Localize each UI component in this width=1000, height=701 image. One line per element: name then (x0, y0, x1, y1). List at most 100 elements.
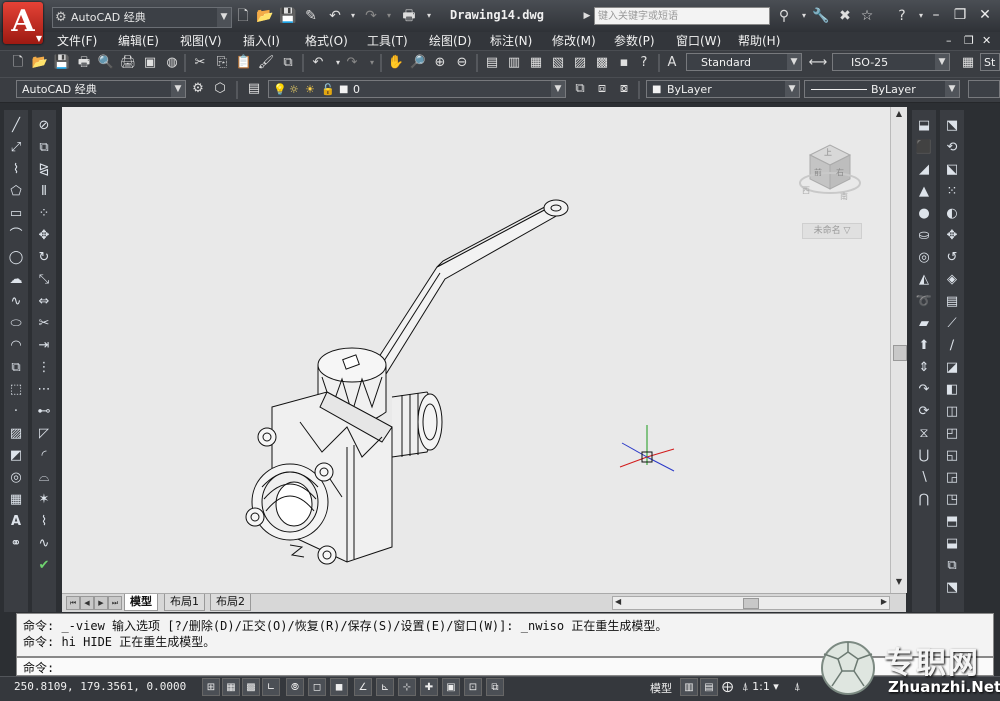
blend-curves-icon[interactable]: ⌓ (33, 468, 55, 488)
workspace-dropdown[interactable]: AutoCAD 经典 ▼ (16, 80, 186, 98)
spline-icon[interactable]: ∿ (5, 292, 27, 312)
break-at-point-icon[interactable]: ⋮ (33, 358, 55, 378)
search-input[interactable]: 键入关键字或短语 (594, 7, 770, 25)
check-solid-icon[interactable]: ◲ (941, 468, 963, 488)
menu-dimension[interactable]: 标注(N) (490, 32, 532, 50)
cone-icon[interactable]: ▲ (913, 182, 935, 202)
construction-line-icon[interactable]: ⤢ (5, 138, 27, 158)
3d-rotate-icon[interactable]: ⟲ (941, 138, 963, 158)
arc-icon[interactable]: ⌒ (5, 226, 27, 246)
menu-insert[interactable]: 插入(I) (243, 32, 280, 50)
lineweight-dropdown[interactable] (968, 80, 1000, 98)
intersect-icon[interactable]: ⋂ (913, 490, 935, 510)
presspull-icon[interactable]: ⇕ (913, 358, 935, 378)
quick-view-layouts-icon[interactable]: ▥ (680, 678, 698, 696)
layer-manager-icon[interactable]: ▤ (244, 79, 264, 99)
publish-icon[interactable]: 🖨 (118, 53, 138, 73)
insert-block-icon[interactable]: ⧉ (5, 358, 27, 378)
undo-icon[interactable]: ↶ (326, 7, 344, 25)
first-tab-icon[interactable]: ⏮ (66, 596, 80, 610)
refresh-icon[interactable]: ↺ (941, 248, 963, 268)
dimension-style-dropdown[interactable]: ISO-25 ▼ (832, 53, 950, 71)
coordinate-readout[interactable]: 250.8109, 179.3561, 0.0000 (14, 680, 186, 693)
open-icon[interactable]: 📂 (30, 53, 50, 73)
snap-mode-icon[interactable]: ▦ (222, 678, 240, 696)
edit-spline-icon[interactable]: ∿ (33, 534, 55, 554)
rotate-icon[interactable]: ↻ (33, 248, 55, 268)
copy-faces-icon[interactable]: ⧉ (941, 556, 963, 576)
redo-icon[interactable]: ↷ (362, 7, 380, 25)
zoom-previous-icon[interactable]: ⊖ (452, 53, 472, 73)
multiline-text-icon[interactable]: A (5, 512, 27, 532)
communication-center-icon[interactable]: ✖ (836, 7, 854, 25)
add-selected-icon[interactable]: ⚭ (5, 534, 27, 554)
binoculars-icon[interactable]: ⚲ (775, 7, 793, 25)
offset-faces-icon[interactable]: ◳ (941, 490, 963, 510)
undo-dropdown-icon[interactable]: ▾ (344, 7, 362, 25)
join-icon[interactable]: ⊷ (33, 402, 55, 422)
pan-icon[interactable]: ⨁ (722, 680, 733, 693)
save-icon[interactable]: 💾 (279, 7, 297, 25)
sweep-icon[interactable]: ↷ (913, 380, 935, 400)
application-menu-button[interactable]: A ▼ (3, 2, 43, 44)
dimension-style-icon[interactable]: ⟷ (808, 53, 828, 73)
horizontal-scrollbar[interactable]: ◀ ▶ (612, 596, 890, 610)
doc-restore-icon[interactable]: ❐ (964, 32, 974, 50)
revision-cloud-icon[interactable]: ☁ (5, 270, 27, 290)
workspace-switcher[interactable]: ⚙ AutoCAD 经典 ▼ (52, 7, 232, 28)
menu-draw[interactable]: 绘图(D) (429, 32, 472, 50)
make-object-layer-current-icon[interactable]: ⧉ (570, 79, 590, 99)
redo-list-icon[interactable]: ▾ (362, 53, 382, 73)
polyline-icon[interactable]: ⌇ (5, 160, 27, 180)
tab-model[interactable]: 模型 (124, 594, 158, 611)
object-snap-icon[interactable]: ◻ (308, 678, 326, 696)
ellipse-arc-icon[interactable]: ◠ (5, 336, 27, 356)
chamfer-icon[interactable]: ◸ (33, 424, 55, 444)
array-icon[interactable]: ⁘ (33, 204, 55, 224)
tab-layout2[interactable]: 布局2 (210, 594, 251, 611)
menu-format[interactable]: 格式(O) (305, 32, 348, 50)
layer-previous-icon[interactable]: ⧈ (592, 79, 612, 99)
table-icon[interactable]: ▦ (5, 490, 27, 510)
clean-icon[interactable]: ◱ (941, 446, 963, 466)
save-as-icon[interactable]: ✎ (302, 7, 320, 25)
extract-edges-icon[interactable]: ∕ (941, 336, 963, 356)
cylinder-icon[interactable]: ⛀ (913, 226, 935, 246)
block-editor-icon[interactable]: ⧉ (278, 53, 298, 73)
3d-move-icon[interactable]: ⬔ (941, 116, 963, 136)
tab-layout1[interactable]: 布局1 (164, 594, 205, 611)
revolve-icon[interactable]: ⟳ (913, 402, 935, 422)
extrude-icon[interactable]: ⬆ (913, 336, 935, 356)
annotation-scale[interactable]: ⍋ 1:1 ▾ (742, 680, 779, 694)
annotation-visibility-icon[interactable]: ⍋ (794, 680, 801, 694)
ortho-mode-icon[interactable]: ∟ (262, 678, 280, 696)
delete-faces-icon[interactable]: ⬓ (941, 534, 963, 554)
search-dropdown-icon[interactable]: ▾ (795, 7, 813, 25)
redo-toolbar-icon[interactable]: ↷ (342, 53, 362, 73)
subtract-icon[interactable]: ∖ (913, 468, 935, 488)
sheet-set-icon[interactable]: ▧ (548, 53, 568, 73)
flatten-icon[interactable]: ⟋ (941, 314, 963, 334)
box-icon[interactable]: ⬛ (913, 138, 935, 158)
stretch-icon[interactable]: ⇔ (33, 292, 55, 312)
move-icon[interactable]: ✥ (33, 226, 55, 246)
trim-icon[interactable]: ✂ (33, 314, 55, 334)
hatch-icon[interactable]: ▨ (5, 424, 27, 444)
selection-cycling-icon[interactable]: ⧉ (486, 678, 504, 696)
check-icon[interactable]: ✔ (33, 556, 55, 576)
redo-dropdown-icon[interactable]: ▾ (380, 7, 398, 25)
point-icon[interactable]: · (5, 402, 27, 422)
copy-object-icon[interactable]: ⧉ (33, 138, 55, 158)
scale-icon[interactable]: ⤡ (33, 270, 55, 290)
3d-align-icon[interactable]: ⬕ (941, 160, 963, 180)
linetype-dropdown[interactable]: ByLayer ▼ (804, 80, 960, 98)
viewcube[interactable]: 上 前 右 西 南 (798, 133, 862, 213)
wrench-icon[interactable]: 🔧 (812, 7, 830, 25)
prev-tab-icon[interactable]: ◀ (80, 596, 94, 610)
copy-icon[interactable]: ⎘ (212, 53, 232, 73)
pyramid-icon[interactable]: ◭ (913, 270, 935, 290)
new-file-icon[interactable]: 🗋 (234, 7, 252, 25)
table-style-icon[interactable]: ▦ (958, 53, 978, 73)
line-icon[interactable]: ╱ (5, 116, 27, 136)
model-space-label[interactable]: 模型 (650, 680, 672, 696)
